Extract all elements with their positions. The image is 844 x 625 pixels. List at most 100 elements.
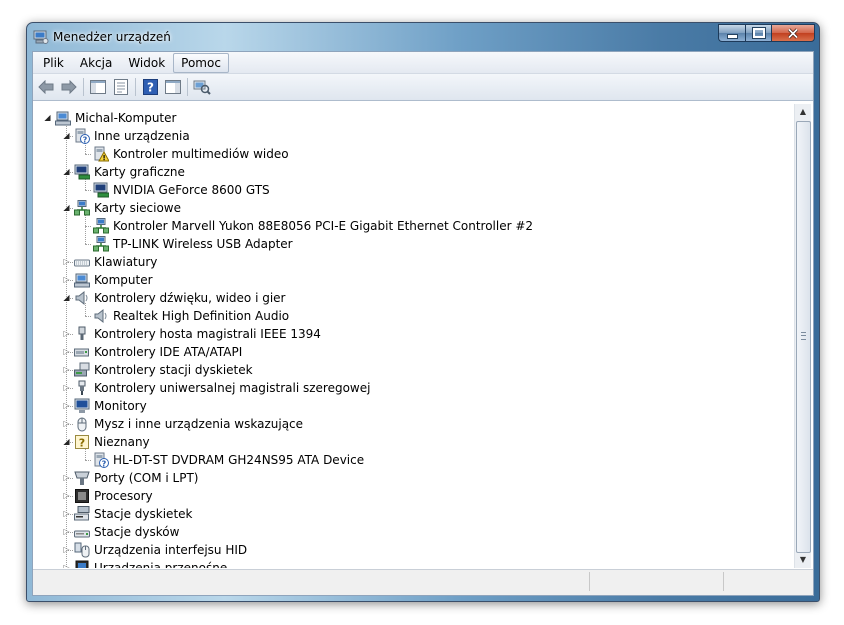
collapsed-arrow-icon[interactable]: ▷ <box>62 473 71 482</box>
back-button[interactable] <box>37 78 55 96</box>
tree-item-label: TP-LINK Wireless USB Adapter <box>113 237 293 251</box>
unknown-device-icon: ? <box>75 128 90 144</box>
monitor-icon <box>74 398 90 413</box>
tree-item[interactable]: ▷ Kontrolery hosta magistrali IEEE 1394 <box>35 325 775 343</box>
forward-button[interactable] <box>60 78 78 96</box>
tree-item-label: Mysz i inne urządzenia wskazujące <box>94 417 304 431</box>
collapsed-arrow-icon[interactable]: ▷ <box>62 257 71 266</box>
menu-widok[interactable]: Widok <box>120 53 173 73</box>
tree-item[interactable]: ◢ Michal-Komputer <box>35 109 775 127</box>
tree-item[interactable]: ▷ Komputer <box>35 271 775 289</box>
tree-item-label: Stacje dyskietek <box>94 507 193 521</box>
tree-item[interactable]: Kontroler multimediów wideo <box>35 145 775 163</box>
action-pane-icon <box>165 80 181 94</box>
properties-button[interactable] <box>112 78 130 96</box>
svg-text:?: ? <box>147 81 154 95</box>
show-hide-console-tree-button[interactable] <box>89 78 107 96</box>
expanded-arrow-icon[interactable]: ◢ <box>62 437 71 446</box>
tree-item[interactable]: ◢? Nieznany <box>35 433 775 451</box>
scrollbar-thumb[interactable] <box>796 121 811 553</box>
menu-akcja[interactable]: Akcja <box>72 53 120 73</box>
speaker-icon <box>75 290 88 306</box>
collapsed-arrow-icon[interactable]: ▷ <box>62 419 71 428</box>
network-adapter-icon <box>74 200 90 216</box>
tree-item[interactable]: ▷ Kontrolery IDE ATA/ATAPI <box>35 343 775 361</box>
plug-icon <box>78 326 86 340</box>
tree-item[interactable]: ▷ Kontrolery uniwersalnej magistrali szer… <box>35 379 775 397</box>
tree-item[interactable]: ▷ Porty (COM i LPT) <box>35 469 775 487</box>
tree-item[interactable]: Realtek High Definition Audio <box>35 307 775 325</box>
caption-buttons <box>718 24 815 42</box>
expanded-arrow-icon[interactable]: ◢ <box>62 293 71 302</box>
window-title: Menedżer urządzeń <box>53 30 171 44</box>
tree-item[interactable]: NVIDIA GeForce 8600 GTS <box>35 181 775 199</box>
collapsed-arrow-icon[interactable]: ▷ <box>62 545 71 554</box>
maximize-button[interactable] <box>745 24 771 42</box>
collapsed-arrow-icon[interactable]: ▷ <box>62 275 71 284</box>
collapsed-arrow-icon[interactable]: ▷ <box>62 527 71 536</box>
tree-item[interactable]: ▷ Mysz i inne urządzenia wskazujące <box>35 415 775 433</box>
tree-item[interactable]: TP-LINK Wireless USB Adapter <box>35 235 775 253</box>
tree-item[interactable]: ◢ Karty graficzne <box>35 163 775 181</box>
close-icon <box>787 27 799 39</box>
action-pane-button[interactable] <box>164 78 182 96</box>
collapsed-arrow-icon[interactable]: ▷ <box>62 329 71 338</box>
svg-text:?: ? <box>79 437 85 450</box>
network-adapter-icon <box>93 236 109 252</box>
title-bar[interactable]: Menedżer urządzeń <box>27 23 819 51</box>
tree-item-label: Monitory <box>94 399 147 413</box>
minimize-button[interactable] <box>718 24 745 42</box>
status-bar <box>33 569 813 595</box>
collapsed-arrow-icon[interactable]: ▷ <box>62 491 71 500</box>
tree-item-label: Kontrolery stacji dyskietek <box>94 363 253 377</box>
status-pane <box>589 572 590 591</box>
tree-item[interactable]: ◢? Inne urządzenia <box>35 127 775 145</box>
tree-item[interactable]: ▷ Klawiatury <box>35 253 775 271</box>
tree-item[interactable]: ▷ Kontrolery stacji dyskietek <box>35 361 775 379</box>
menu-pomoc[interactable]: Pomoc <box>173 52 229 73</box>
port-icon <box>74 471 90 485</box>
floppy-controller-icon <box>74 362 90 377</box>
menu-bar: Plik Akcja Widok Pomoc <box>33 52 813 74</box>
tree-item-label: Stacje dysków <box>94 525 180 539</box>
tree-item-label: Karty sieciowe <box>94 201 182 215</box>
tree-item[interactable]: ▷ Stacje dyskietek <box>35 505 775 523</box>
tree-item-label: Klawiatury <box>94 255 158 269</box>
network-adapter-icon <box>93 218 109 234</box>
collapsed-arrow-icon[interactable]: ▷ <box>62 509 71 518</box>
collapsed-arrow-icon[interactable]: ▷ <box>62 401 71 410</box>
grip-icon <box>801 332 806 340</box>
scan-hardware-icon <box>193 80 211 95</box>
tree-item[interactable]: ▷ Monitory <box>35 397 775 415</box>
menu-plik[interactable]: Plik <box>35 53 72 73</box>
scan-hardware-button[interactable] <box>193 78 211 96</box>
tree-item[interactable]: ▷ Urządzenia interfejsu HID <box>35 541 775 559</box>
scroll-up-arrow-icon[interactable]: ▲ <box>795 104 811 120</box>
tree-item-label: Urządzenia przenośne <box>94 561 228 568</box>
computer-icon <box>55 111 71 126</box>
expanded-arrow-icon[interactable]: ◢ <box>62 203 71 212</box>
tree-item[interactable]: ▷ Urządzenia przenośne <box>35 559 775 568</box>
tree-item[interactable]: ? HL-DT-ST DVDRAM GH24NS95 ATA Device <box>35 451 775 469</box>
vertical-scrollbar[interactable]: ▲ ▼ <box>794 104 811 568</box>
expanded-arrow-icon[interactable]: ◢ <box>62 131 71 140</box>
collapsed-arrow-icon[interactable]: ▷ <box>62 347 71 356</box>
scroll-down-arrow-icon[interactable]: ▼ <box>795 552 811 568</box>
collapsed-arrow-icon[interactable]: ▷ <box>62 365 71 374</box>
tree-item-label: Kontrolery dźwięku, wideo i gier <box>94 291 286 305</box>
unknown-device-icon: ? <box>94 452 109 468</box>
tree-item[interactable]: ▷ Procesory <box>35 487 775 505</box>
close-button[interactable] <box>771 24 815 42</box>
collapsed-arrow-icon[interactable]: ▷ <box>62 383 71 392</box>
expanded-arrow-icon[interactable]: ◢ <box>62 167 71 176</box>
expanded-arrow-icon[interactable]: ◢ <box>43 113 52 122</box>
tree-item[interactable]: ▷ Stacje dysków <box>35 523 775 541</box>
help-button[interactable]: ? <box>141 78 159 96</box>
collapsed-arrow-icon[interactable]: ▷ <box>62 563 71 568</box>
tree-item[interactable]: ◢ Karty sieciowe <box>35 199 775 217</box>
tree-item[interactable]: ◢ Kontrolery dźwięku, wideo i gier <box>35 289 775 307</box>
tree-item-label: Kontroler multimediów wideo <box>113 147 289 161</box>
tree-item[interactable]: Kontroler Marvell Yukon 88E8056 PCI-E Gi… <box>35 217 775 235</box>
help-icon: ? <box>142 79 158 95</box>
hid-icon <box>74 542 90 558</box>
